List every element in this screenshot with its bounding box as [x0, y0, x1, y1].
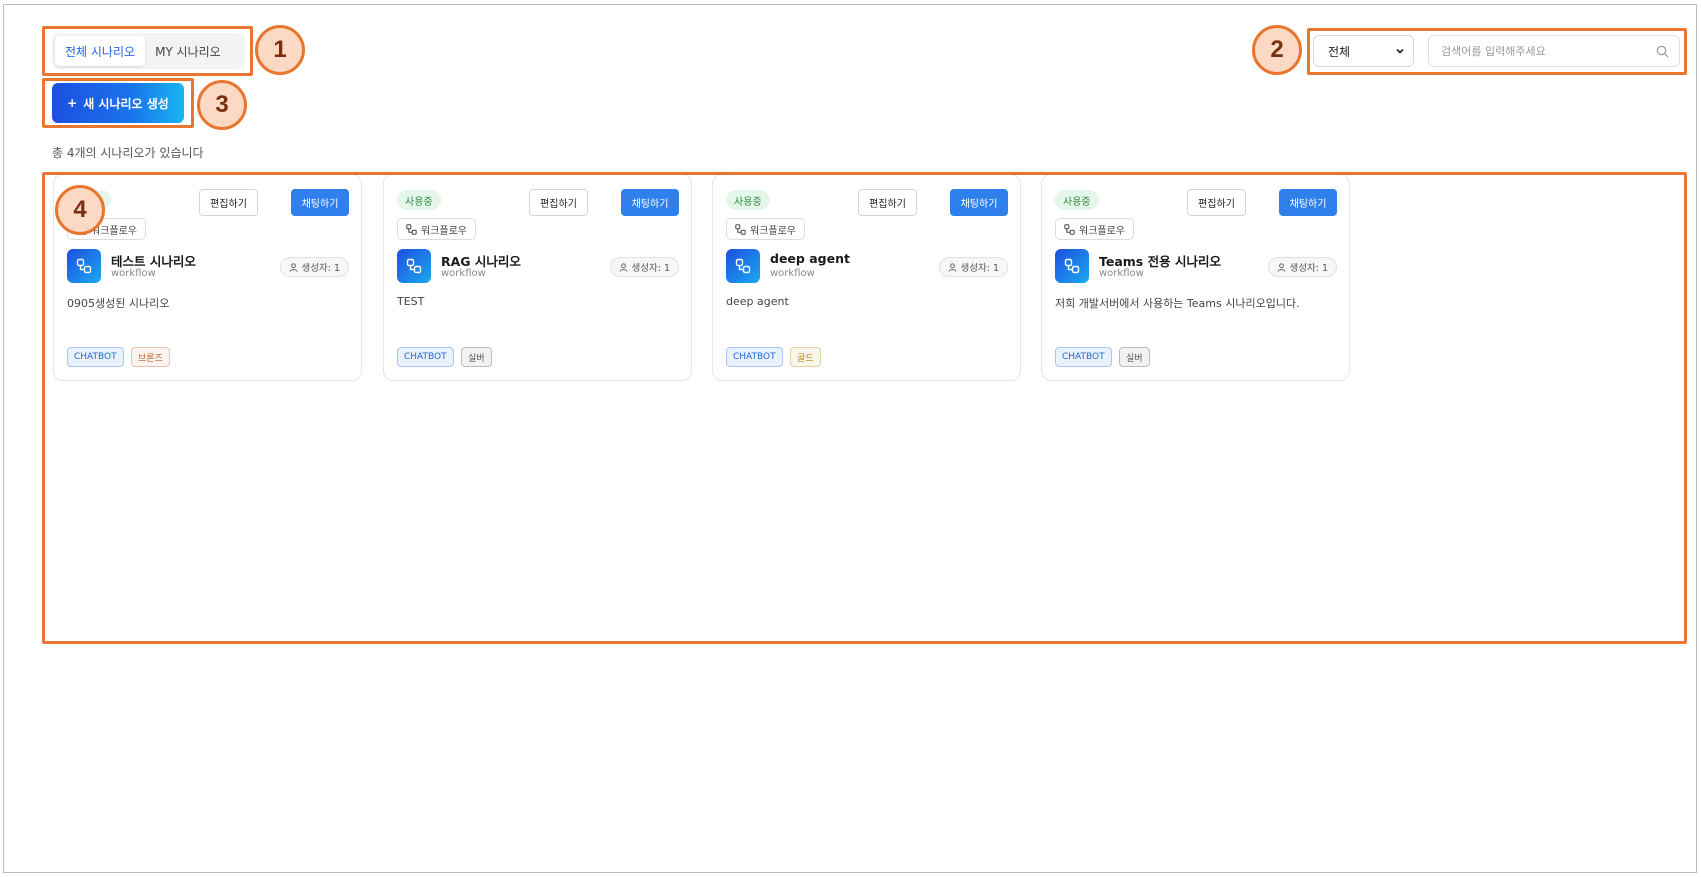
highlight-box-cards [42, 172, 1687, 644]
highlight-box-filter [1307, 28, 1687, 75]
annotation-badge-1: 1 [255, 25, 305, 75]
annotation-badge-3: 3 [197, 80, 247, 130]
highlight-box-new-button [42, 78, 194, 128]
annotation-badge-2: 2 [1252, 25, 1302, 75]
highlight-box-tabs [42, 26, 253, 76]
scenario-count: 총 4개의 시나리오가 있습니다 [52, 146, 204, 160]
annotation-badge-4: 4 [55, 185, 105, 235]
